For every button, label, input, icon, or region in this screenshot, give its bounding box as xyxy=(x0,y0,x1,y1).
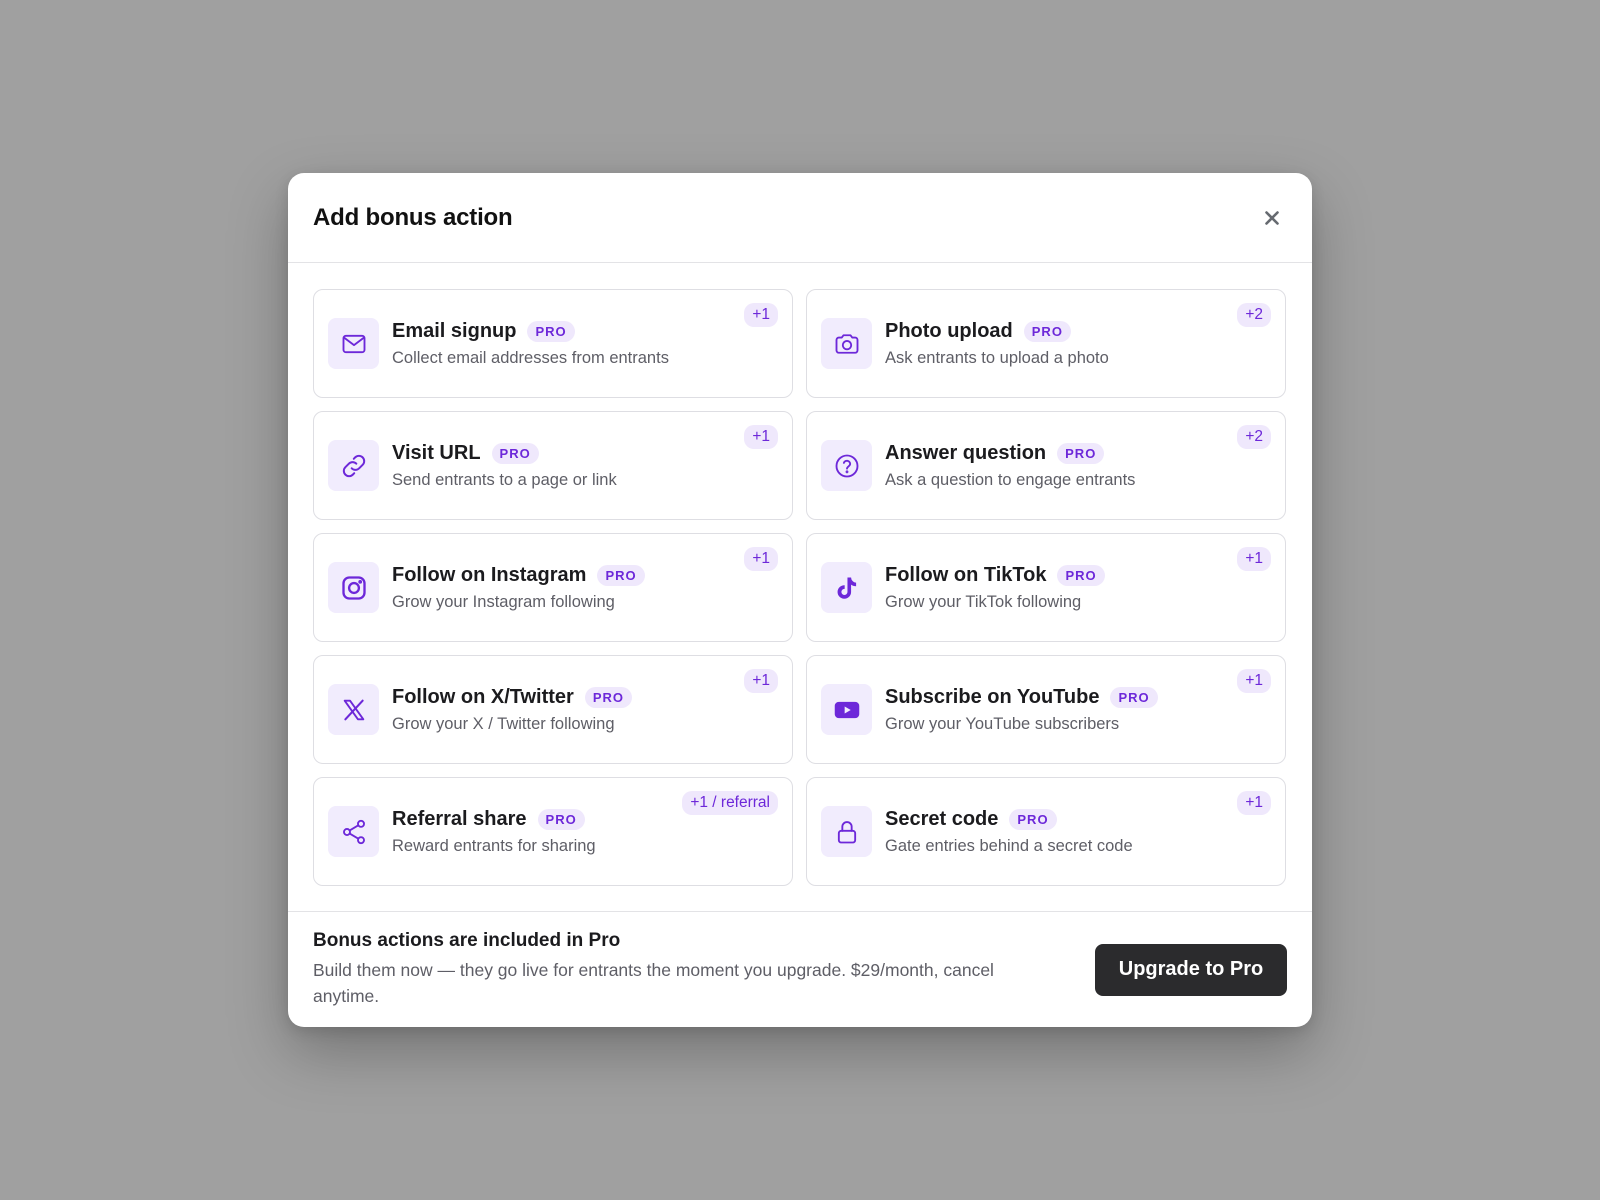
action-description: Ask a question to engage entrants xyxy=(885,470,1136,489)
modal-title: Add bonus action xyxy=(313,203,513,231)
pro-badge: PRO xyxy=(1110,686,1158,708)
action-description: Grow your YouTube subscribers xyxy=(885,714,1120,733)
pro-badge: PRO xyxy=(527,320,575,342)
points-badge: +1 xyxy=(1237,791,1271,815)
tiktok-icon xyxy=(821,562,872,613)
action-title: Follow on Instagram xyxy=(392,563,587,586)
points-badge: +1 xyxy=(1237,669,1271,693)
pro-badge: PRO xyxy=(1023,320,1071,342)
action-grid: Email signup PRO Collect email addresses… xyxy=(288,263,1312,912)
points-badge: +2 xyxy=(1237,425,1271,449)
action-description: Gate entries behind a secret code xyxy=(885,836,1133,855)
instagram-icon xyxy=(328,562,379,613)
pro-badge: PRO xyxy=(1057,564,1105,586)
action-title: Referral share xyxy=(392,807,527,830)
points-badge: +1 xyxy=(744,425,778,449)
pro-badge: PRO xyxy=(1057,442,1105,464)
action-title: Follow on TikTok xyxy=(885,563,1047,586)
action-title: Secret code xyxy=(885,807,999,830)
lock-icon xyxy=(821,806,872,857)
youtube-icon xyxy=(821,684,872,735)
action-title: Answer question xyxy=(885,441,1047,464)
question-icon xyxy=(821,440,872,491)
x-twitter-icon xyxy=(328,684,379,735)
action-description: Reward entrants for sharing xyxy=(392,836,596,855)
action-description: Ask entrants to upload a photo xyxy=(885,348,1109,367)
pro-badge: PRO xyxy=(537,808,585,830)
action-card-subscribe-youtube[interactable]: Subscribe on YouTube PRO Grow your YouTu… xyxy=(806,655,1286,764)
action-title: Visit URL xyxy=(392,441,481,464)
action-title: Follow on X/Twitter xyxy=(392,685,574,708)
modal-footer: Bonus actions are included in Pro Build … xyxy=(288,911,1312,1027)
action-card-follow-x-twitter[interactable]: Follow on X/Twitter PRO Grow your X / Tw… xyxy=(313,655,793,764)
action-card-secret-code[interactable]: Secret code PRO Gate entries behind a se… xyxy=(806,777,1286,886)
action-card-answer-question[interactable]: Answer question PRO Ask a question to en… xyxy=(806,411,1286,520)
action-description: Grow your Instagram following xyxy=(392,592,615,611)
pro-badge: PRO xyxy=(491,442,539,464)
action-card-visit-url[interactable]: Visit URL PRO Send entrants to a page or… xyxy=(313,411,793,520)
footer-description: Build them now — they go live for entran… xyxy=(313,960,994,1006)
points-badge: +1 xyxy=(744,303,778,327)
link-icon xyxy=(328,440,379,491)
action-card-follow-instagram[interactable]: Follow on Instagram PRO Grow your Instag… xyxy=(313,533,793,642)
points-badge: +1 xyxy=(1237,547,1271,571)
pro-badge: PRO xyxy=(597,564,645,586)
modal-header: Add bonus action xyxy=(288,173,1312,263)
points-badge: +1 xyxy=(744,547,778,571)
action-description: Send entrants to a page or link xyxy=(392,470,617,489)
action-card-referral-share[interactable]: Referral share PRO Reward entrants for s… xyxy=(313,777,793,886)
action-title: Email signup xyxy=(392,319,517,342)
upgrade-to-pro-button[interactable]: Upgrade to Pro xyxy=(1095,943,1287,996)
action-title: Photo upload xyxy=(885,319,1013,342)
action-description: Grow your X / Twitter following xyxy=(392,714,615,733)
add-bonus-action-modal: Add bonus action Email signup PRO Collec… xyxy=(288,173,1312,1027)
points-badge: +1 xyxy=(744,669,778,693)
mail-icon xyxy=(328,318,379,369)
action-title: Subscribe on YouTube xyxy=(885,685,1100,708)
pro-badge: PRO xyxy=(1009,808,1057,830)
pro-badge: PRO xyxy=(584,686,633,708)
close-button[interactable] xyxy=(1258,204,1286,232)
camera-icon xyxy=(821,318,872,369)
footer-message: Bonus actions are included in Pro Build … xyxy=(313,930,1053,1009)
points-badge: +1 / referral xyxy=(682,791,778,815)
action-description: Collect email addresses from entrants xyxy=(392,348,669,367)
action-card-email-signup[interactable]: Email signup PRO Collect email addresses… xyxy=(313,289,793,398)
share-icon xyxy=(328,806,379,857)
points-badge: +2 xyxy=(1237,303,1271,327)
action-card-photo-upload[interactable]: Photo upload PRO Ask entrants to upload … xyxy=(806,289,1286,398)
action-card-follow-tiktok[interactable]: Follow on TikTok PRO Grow your TikTok fo… xyxy=(806,533,1286,642)
footer-title: Bonus actions are included in Pro xyxy=(313,930,621,951)
action-description: Grow your TikTok following xyxy=(885,592,1082,611)
close-icon xyxy=(1265,210,1279,225)
